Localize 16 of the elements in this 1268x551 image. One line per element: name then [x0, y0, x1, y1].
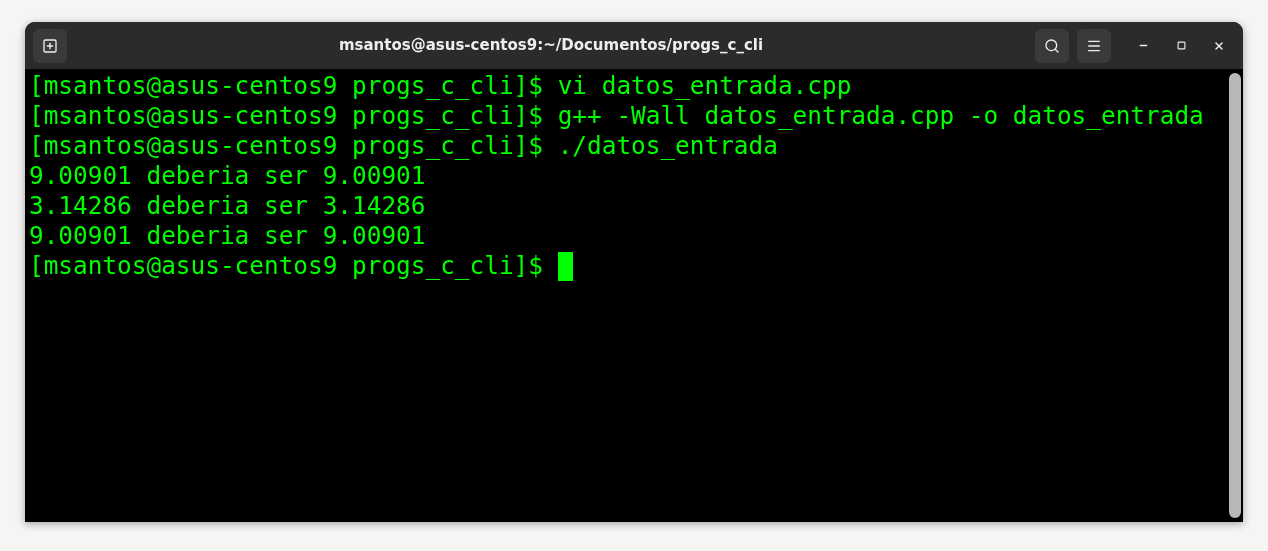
terminal-line: 3.14286 deberia ser 3.14286	[29, 191, 426, 221]
menu-button[interactable]	[1077, 28, 1111, 63]
new-tab-button[interactable]	[33, 28, 67, 63]
terminal-line: 9.00901 deberia ser 9.00901	[29, 221, 426, 251]
terminal-line: [msantos@asus-centos9 progs_c_cli]$	[29, 251, 544, 281]
terminal-line: [msantos@asus-centos9 progs_c_cli]$ g++ -Wall datos_entrada.cpp -o datos_entrada	[29, 101, 1204, 131]
close-icon	[1213, 39, 1225, 52]
window-title: msantos@asus-centos9:~/Documentos/progs_c_cli	[338, 35, 764, 57]
search-icon	[1044, 37, 1060, 54]
terminal-line: [msantos@asus-centos9 progs_c_cli]$ vi datos_entrada.cpp	[29, 71, 852, 101]
terminal-line: 9.00901 deberia ser 9.00901	[29, 161, 426, 191]
maximize-icon	[1176, 41, 1186, 50]
search-button[interactable]	[1035, 28, 1069, 63]
scrollbar[interactable]	[1229, 73, 1241, 518]
new-tab-icon	[42, 37, 58, 54]
terminal-line: [msantos@asus-centos9 progs_c_cli]$ ./datos_entrada	[29, 131, 778, 161]
